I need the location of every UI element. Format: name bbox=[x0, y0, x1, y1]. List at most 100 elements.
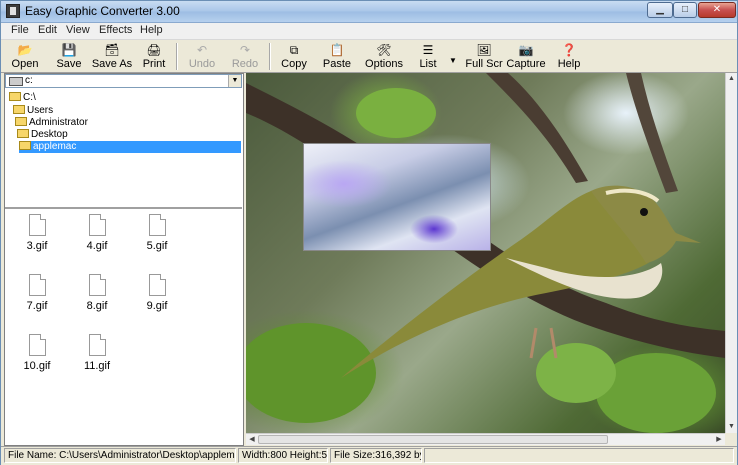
list-button[interactable]: ☰ List bbox=[413, 42, 443, 71]
list-dropdown-arrow-icon[interactable]: ▼ bbox=[447, 56, 459, 66]
full-screen-button[interactable]: 🖼 Full Scr bbox=[464, 42, 504, 71]
options-label: Options bbox=[365, 58, 403, 70]
folder-icon bbox=[15, 117, 27, 126]
tree-item-desktop[interactable]: Desktop bbox=[17, 129, 68, 141]
file-icon bbox=[28, 334, 46, 356]
scroll-right-icon[interactable]: ▶ bbox=[713, 434, 725, 445]
file-icon bbox=[88, 334, 106, 356]
print-label: Print bbox=[142, 58, 166, 70]
copy-label: Copy bbox=[281, 58, 307, 70]
scroll-thumb[interactable] bbox=[258, 435, 608, 444]
image-viewer[interactable] bbox=[246, 73, 725, 433]
scroll-left-icon[interactable]: ◀ bbox=[246, 434, 258, 445]
paste-label: Paste bbox=[322, 58, 352, 70]
folder-tree: C:\ Users Administrator Desktop applemac bbox=[5, 89, 242, 209]
window-title: Easy Graphic Converter 3.00 bbox=[25, 4, 180, 18]
file-item[interactable]: 10.gif bbox=[17, 334, 57, 372]
undo-label: Undo bbox=[188, 58, 216, 70]
folder-icon bbox=[17, 129, 29, 138]
menu-view[interactable]: View bbox=[66, 24, 90, 36]
folder-icon bbox=[9, 92, 21, 101]
app-window: Easy Graphic Converter 3.00 ▁ □ ✕ File E… bbox=[0, 0, 738, 465]
menu-effects[interactable]: Effects bbox=[99, 24, 132, 36]
capture-button[interactable]: 📷 Capture bbox=[505, 42, 547, 71]
copy-button[interactable]: ⧉ Copy bbox=[277, 42, 311, 71]
close-button[interactable]: ✕ bbox=[698, 2, 736, 18]
file-icon bbox=[88, 214, 106, 236]
folder-icon bbox=[13, 105, 25, 114]
open-folder-icon: 📂 bbox=[17, 43, 33, 57]
menu-help[interactable]: Help bbox=[140, 24, 163, 36]
copy-icon: ⧉ bbox=[289, 43, 299, 57]
printer-icon: 🖨 bbox=[146, 43, 162, 57]
vertical-scrollbar[interactable]: ▲ ▼ bbox=[725, 73, 737, 433]
app-icon bbox=[6, 4, 20, 18]
tree-item-administrator[interactable]: Administrator bbox=[15, 117, 88, 129]
horizontal-scrollbar[interactable]: ◀ ▶ bbox=[246, 433, 725, 445]
minimize-icon: ▁ bbox=[656, 4, 664, 15]
paste-button[interactable]: 📋 Paste bbox=[319, 42, 355, 71]
drive-select[interactable]: c: ▼ bbox=[5, 74, 242, 88]
file-item[interactable]: 3.gif bbox=[17, 214, 57, 252]
title-bar[interactable]: Easy Graphic Converter 3.00 ▁ □ ✕ bbox=[1, 1, 737, 23]
file-icon bbox=[148, 214, 166, 236]
help-button[interactable]: ❓ Help bbox=[554, 42, 584, 71]
full-screen-label: Full Scr bbox=[465, 58, 503, 70]
bird-photo bbox=[246, 73, 725, 433]
tree-item-c-drive[interactable]: C:\ bbox=[9, 92, 36, 104]
drive-value: c: bbox=[25, 75, 33, 86]
tree-item-users[interactable]: Users bbox=[13, 105, 53, 117]
floppy-icon: 💾 bbox=[61, 43, 77, 57]
undo-icon: ↶ bbox=[196, 43, 208, 57]
maximize-icon: □ bbox=[681, 4, 689, 15]
file-icon bbox=[28, 274, 46, 296]
help-icon: ❓ bbox=[561, 43, 577, 57]
thumbnail-preview[interactable] bbox=[303, 143, 491, 251]
save-button[interactable]: 💾 Save bbox=[53, 42, 85, 71]
minimize-button[interactable]: ▁ bbox=[647, 2, 673, 18]
status-dimensions: Width:800 Height:533 bbox=[238, 448, 328, 463]
toolbar-separator bbox=[176, 43, 178, 70]
scroll-down-icon[interactable]: ▼ bbox=[726, 421, 737, 433]
save-as-button[interactable]: 🗃 Save As bbox=[90, 42, 134, 71]
undo-button[interactable]: ↶ Undo bbox=[185, 42, 219, 71]
drive-icon bbox=[9, 77, 23, 86]
tree-item-applemac[interactable]: applemac bbox=[19, 141, 241, 153]
toolbar: 📂 Open 💾 Save 🗃 Save As 🖨 Print ↶ Undo ↷… bbox=[1, 40, 737, 73]
folder-open-icon bbox=[19, 141, 31, 150]
save-as-icon: 🗃 bbox=[104, 43, 120, 57]
status-bar: File Name: C:\Users\Administrator\Deskto… bbox=[1, 446, 737, 465]
chevron-down-icon[interactable]: ▼ bbox=[228, 75, 241, 87]
menu-edit[interactable]: Edit bbox=[38, 24, 57, 36]
paste-icon: 📋 bbox=[329, 43, 345, 57]
file-icon bbox=[88, 274, 106, 296]
file-item[interactable]: 5.gif bbox=[137, 214, 177, 252]
file-item[interactable]: 9.gif bbox=[137, 274, 177, 312]
open-button[interactable]: 📂 Open bbox=[9, 42, 41, 71]
options-button[interactable]: 🛠 Options bbox=[363, 42, 405, 71]
file-item[interactable]: 7.gif bbox=[17, 274, 57, 312]
menu-file[interactable]: File bbox=[11, 24, 29, 36]
open-label: Open bbox=[11, 58, 39, 70]
toolbar-separator bbox=[269, 43, 271, 70]
tools-icon: 🛠 bbox=[376, 43, 392, 57]
status-file-size: File Size:316,392 bytes bbox=[330, 448, 422, 463]
capture-label: Capture bbox=[506, 58, 546, 70]
redo-icon: ↷ bbox=[239, 43, 251, 57]
redo-label: Redo bbox=[231, 58, 259, 70]
capture-icon: 📷 bbox=[518, 43, 534, 57]
redo-button[interactable]: ↷ Redo bbox=[228, 42, 262, 71]
file-icon bbox=[148, 274, 166, 296]
close-icon: ✕ bbox=[712, 4, 722, 15]
full-screen-icon: 🖼 bbox=[476, 43, 492, 57]
file-icon bbox=[28, 214, 46, 236]
list-label: List bbox=[419, 58, 437, 70]
print-button[interactable]: 🖨 Print bbox=[139, 42, 169, 71]
file-item[interactable]: 11.gif bbox=[77, 334, 117, 372]
maximize-button[interactable]: □ bbox=[673, 2, 697, 18]
scroll-up-icon[interactable]: ▲ bbox=[726, 73, 737, 85]
list-icon: ☰ bbox=[422, 43, 434, 57]
file-item[interactable]: 4.gif bbox=[77, 214, 117, 252]
scroll-corner bbox=[725, 433, 737, 445]
file-item[interactable]: 8.gif bbox=[77, 274, 117, 312]
